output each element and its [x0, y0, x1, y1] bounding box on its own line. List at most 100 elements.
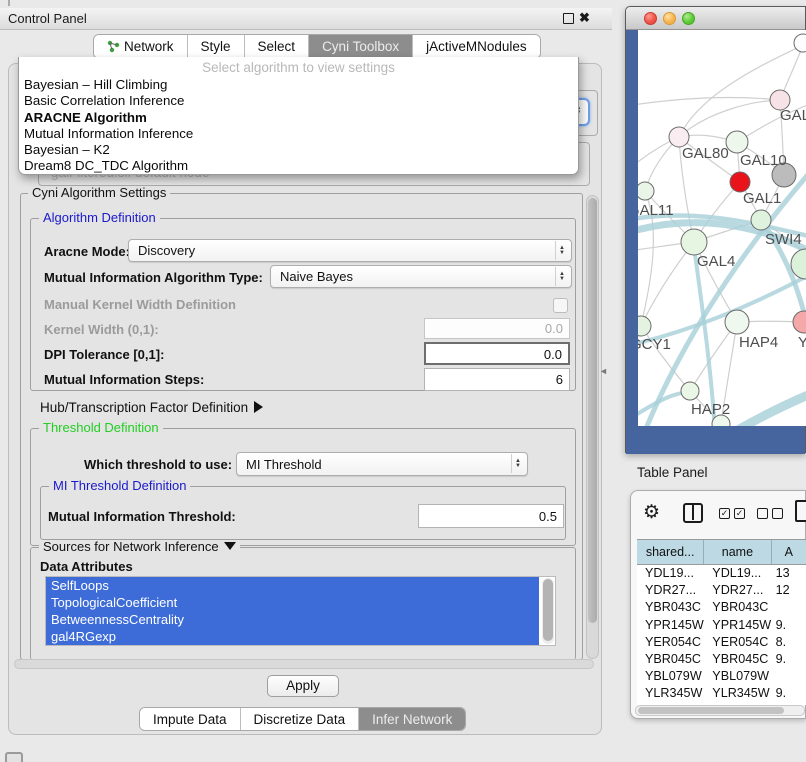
- control-panel-titlebar[interactable]: Control Panel ✖: [0, 8, 612, 30]
- table-cell: YBR043C: [637, 599, 704, 616]
- mi-steps-field[interactable]: 6: [424, 368, 570, 391]
- tab-cyni-toolbox[interactable]: Cyni Toolbox: [309, 35, 413, 58]
- algorithm-dropdown-placeholder: Select algorithm to view settings: [19, 60, 578, 75]
- dpi-tolerance-field[interactable]: 0.0: [424, 342, 570, 365]
- settings-horizontal-scrollbar[interactable]: [14, 659, 594, 669]
- network-node-hap2[interactable]: [681, 382, 699, 400]
- close-icon[interactable]: ✖: [579, 10, 590, 26]
- table-row[interactable]: YDL19...YDL19...13: [637, 565, 806, 582]
- list-scrollbar-thumb[interactable]: [543, 579, 553, 641]
- network-edge: [690, 322, 737, 391]
- column-header-A[interactable]: A: [772, 540, 806, 564]
- data-attributes-list[interactable]: SelfLoopsTopologicalCoefficientBetweenne…: [45, 576, 556, 646]
- table-cell: YBR045C: [637, 651, 704, 668]
- collapse-down-icon[interactable]: [224, 542, 236, 550]
- network-node-gal80[interactable]: [669, 127, 689, 147]
- algorithm-option-aracne-algorithm[interactable]: ARACNE Algorithm: [19, 110, 578, 126]
- deselect-all-columns-icon[interactable]: [757, 508, 783, 519]
- table-horizontal-scrollbar[interactable]: [635, 705, 805, 716]
- column-header-name[interactable]: name: [704, 540, 771, 564]
- mi-algorithm-type-label: Mutual Information Algorithm Type:: [44, 270, 263, 285]
- expand-right-icon[interactable]: [254, 401, 263, 413]
- panel-resize-handle-icon[interactable]: ◄: [599, 366, 608, 376]
- network-node-node-top-right[interactable]: [794, 34, 806, 52]
- network-node-gal10[interactable]: [726, 131, 748, 153]
- network-node-red-node[interactable]: [730, 172, 750, 192]
- tab-jactivemnodules[interactable]: jActiveMNodules: [413, 35, 540, 58]
- aracne-mode-combobox[interactable]: Discovery ▲▼: [128, 239, 572, 262]
- minimized-panel-icon[interactable]: [5, 752, 23, 762]
- column-header-shared[interactable]: shared...: [637, 540, 704, 564]
- table-cell: YDL19...: [637, 565, 704, 582]
- bottom-tab-discretize-data[interactable]: Discretize Data: [241, 708, 360, 730]
- table-cell: YBL079W: [704, 668, 771, 685]
- attribute-item-selfloops[interactable]: SelfLoops: [46, 577, 539, 594]
- table-row[interactable]: YDR27...YDR27...12: [637, 582, 806, 599]
- apply-button[interactable]: Apply: [267, 675, 339, 697]
- network-edge: [679, 100, 780, 137]
- minimize-traffic-light-icon[interactable]: [663, 12, 676, 25]
- table-cell: YPR145W: [637, 617, 704, 634]
- algorithm-option-bayesian-hill-climbing[interactable]: Bayesian – Hill Climbing: [19, 77, 578, 93]
- tab-label: Cyni Toolbox: [322, 39, 399, 54]
- sources-title[interactable]: Sources for Network Inference: [39, 540, 240, 554]
- network-node-gcy1[interactable]: [638, 316, 651, 336]
- algorithm-option-bayesian-k2[interactable]: Bayesian – K2: [19, 142, 578, 158]
- close-traffic-light-icon[interactable]: [644, 12, 657, 25]
- network-node-gal11[interactable]: [638, 182, 654, 200]
- network-node-label-gal80: GAL80: [682, 145, 729, 162]
- list-scrollbar[interactable]: [542, 578, 554, 644]
- algorithm-option-mutual-information-inference[interactable]: Mutual Information Inference: [19, 126, 578, 142]
- select-all-columns-icon[interactable]: ✓ ✓: [719, 508, 745, 519]
- attribute-item-topologicalcoefficient[interactable]: TopologicalCoefficient: [46, 594, 539, 611]
- mi-steps-label: Mutual Information Steps:: [44, 372, 204, 387]
- table-scrollbar-thumb[interactable]: [638, 707, 784, 714]
- table-row[interactable]: YPR145WYPR145W9.: [637, 617, 806, 634]
- settings-scrollbar-thumb[interactable]: [588, 198, 597, 623]
- table-row[interactable]: YBL079WYBL079W: [637, 668, 806, 685]
- aracne-mode-value: Discovery: [138, 243, 195, 258]
- algorithm-definition-title: Algorithm Definition: [39, 211, 160, 225]
- network-node-label-gal11: GAL11: [638, 202, 674, 219]
- table-row[interactable]: YBR045CYBR045C9.: [637, 651, 806, 668]
- table-cell: YDR27...: [637, 582, 704, 599]
- bottom-tab-infer-network[interactable]: Infer Network: [359, 708, 465, 730]
- bottom-tab-impute-data[interactable]: Impute Data: [140, 708, 241, 730]
- tab-select[interactable]: Select: [245, 35, 310, 58]
- which-threshold-combobox[interactable]: MI Threshold ▲▼: [236, 452, 528, 476]
- network-node-gal1[interactable]: [751, 210, 771, 230]
- algorithm-dropdown-list: Bayesian – Hill ClimbingBasic Correlatio…: [19, 77, 578, 175]
- which-threshold-label: Which threshold to use:: [84, 457, 232, 472]
- checked-box-icon: ✓: [719, 508, 730, 519]
- attribute-item-betweennesscentrality[interactable]: BetweennessCentrality: [46, 611, 539, 628]
- zoom-traffic-light-icon[interactable]: [682, 12, 695, 25]
- mi-threshold-field[interactable]: 0.5: [418, 504, 564, 528]
- network-node-hap4[interactable]: [725, 310, 749, 334]
- kernel-width-label: Kernel Width (0,1):: [44, 322, 159, 337]
- columns-icon[interactable]: [683, 503, 703, 523]
- table-row[interactable]: YER054CYER054C8.: [637, 634, 806, 651]
- document-icon[interactable]: [795, 500, 806, 522]
- network-node-gal4[interactable]: [681, 229, 707, 255]
- network-window-titlebar[interactable]: [626, 7, 805, 30]
- kernel-width-field[interactable]: 0.0: [424, 318, 570, 339]
- settings-vertical-scrollbar[interactable]: [586, 195, 599, 659]
- algorithm-option-basic-correlation-inference[interactable]: Basic Correlation Inference: [19, 93, 578, 109]
- mi-algorithm-type-combobox[interactable]: Naive Bayes ▲▼: [270, 265, 572, 288]
- table-row[interactable]: YLR345WYLR345W9.: [637, 685, 806, 702]
- hub-definition-toggle[interactable]: Hub/Transcription Factor Definition: [40, 400, 263, 415]
- table-cell: YBR043C: [704, 599, 771, 616]
- attribute-item-gal4rgexp[interactable]: gal4RGexp: [46, 628, 539, 645]
- gear-icon[interactable]: ⚙: [643, 501, 660, 524]
- float-window-icon[interactable]: [563, 13, 574, 24]
- network-node-y-partial[interactable]: [793, 311, 806, 333]
- tab-style[interactable]: Style: [188, 35, 245, 58]
- manual-kernel-width-checkbox[interactable]: [553, 298, 568, 313]
- tab-network[interactable]: Network: [94, 35, 188, 58]
- network-canvas[interactable]: GALGAL80GAL10GAL11GAL1SWI4GAL4GCY1HAP4YH…: [638, 30, 806, 426]
- cyni-algorithm-settings-title: Cyni Algorithm Settings: [28, 186, 170, 200]
- table-panel-title: Table Panel: [637, 465, 708, 480]
- network-node-label-gal4: GAL4: [697, 253, 735, 270]
- algorithm-option-dream8-dc-tdc-algorithm[interactable]: Dream8 DC_TDC Algorithm: [19, 158, 578, 174]
- table-row[interactable]: YBR043CYBR043C: [637, 599, 806, 616]
